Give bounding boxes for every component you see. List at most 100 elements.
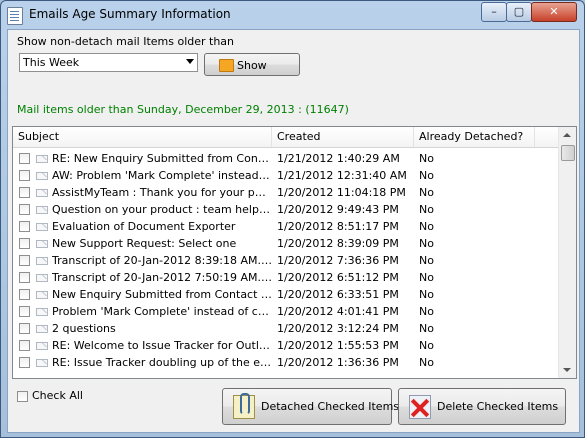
detached-cell: No	[419, 339, 434, 352]
detached-cell: No	[419, 237, 434, 250]
column-header-created[interactable]: Created	[272, 127, 414, 147]
subject-cell: Question on your product : team help des…	[52, 203, 272, 216]
row-checkbox[interactable]	[19, 221, 30, 232]
subject-cell: RE: Issue Tracker doubling up of the ema…	[52, 356, 272, 369]
minimize-button[interactable]: –	[481, 2, 507, 22]
show-button[interactable]: Show	[204, 53, 300, 76]
scroll-up-icon[interactable]	[563, 133, 571, 137]
list-item[interactable]: Transcript of 20-Jan-2012 7:50:19 AM. Vi…	[13, 269, 558, 286]
row-checkbox[interactable]	[19, 238, 30, 249]
column-header-subject[interactable]: Subject	[13, 127, 272, 147]
list-item[interactable]: 2 questions 1/20/2012 3:12:24 PM No	[13, 320, 558, 337]
age-filter-value: This Week	[23, 56, 80, 69]
mail-icon	[36, 189, 48, 197]
row-checkbox[interactable]	[19, 340, 30, 351]
list-item[interactable]: Problem 'Mark Complete' instead of conve…	[13, 303, 558, 320]
list-item[interactable]: AW: Problem 'Mark Complete' instead of c…	[13, 167, 558, 184]
mail-icon	[36, 172, 48, 180]
list-rows: RE: New Enquiry Submitted from Contact P…	[13, 150, 558, 371]
row-checkbox[interactable]	[19, 306, 30, 317]
list-item[interactable]: RE: New Enquiry Submitted from Contact P…	[13, 150, 558, 167]
subject-cell: RE: New Enquiry Submitted from Contact P…	[52, 152, 272, 165]
subject-cell: Problem 'Mark Complete' instead of conve…	[52, 305, 272, 318]
title-bar[interactable]: Emails Age Summary Information – ▢ ✕	[1, 1, 584, 29]
detached-cell: No	[419, 152, 434, 165]
created-cell: 1/20/2012 8:51:17 PM	[277, 220, 399, 233]
row-checkbox[interactable]	[19, 187, 30, 198]
list-item[interactable]: New Support Request: Select one 1/20/2012…	[13, 235, 558, 252]
subject-cell: AssistMyTeam : Thank you for your purcha…	[52, 186, 272, 199]
row-checkbox[interactable]	[19, 289, 30, 300]
detached-cell: No	[419, 356, 434, 369]
list-item[interactable]: RE: Issue Tracker doubling up of the ema…	[13, 354, 558, 371]
mail-icon	[36, 223, 48, 231]
close-button[interactable]: ✕	[531, 2, 577, 22]
check-all-label[interactable]: Check All	[32, 389, 83, 402]
scroll-thumb[interactable]	[561, 145, 575, 161]
filter-label: Show non-detach mail Items older than	[17, 35, 235, 48]
client-area: Show non-detach mail Items older than Th…	[7, 29, 580, 433]
chevron-down-icon[interactable]	[186, 59, 194, 64]
mail-icon	[36, 257, 48, 265]
list-item[interactable]: AssistMyTeam : Thank you for your purcha…	[13, 184, 558, 201]
mail-icon	[36, 291, 48, 299]
vertical-scrollbar[interactable]	[558, 127, 576, 378]
detached-cell: No	[419, 169, 434, 182]
detached-cell: No	[419, 220, 434, 233]
mail-icon	[36, 155, 48, 163]
list-item[interactable]: Question on your product : team help des…	[13, 201, 558, 218]
list-item[interactable]: New Enquiry Submitted from Contact Page 1…	[13, 286, 558, 303]
mail-icon	[36, 274, 48, 282]
row-checkbox[interactable]	[19, 272, 30, 283]
detached-cell: No	[419, 288, 434, 301]
delete-checked-label: Delete Checked Items	[437, 400, 559, 413]
created-cell: 1/21/2012 1:40:29 AM	[277, 152, 400, 165]
mail-items-list[interactable]: Subject Created Already Detached? RE: Ne…	[12, 126, 577, 379]
list-item[interactable]: RE: Welcome to Issue Tracker for Outlook…	[13, 337, 558, 354]
mail-icon	[36, 342, 48, 350]
column-header-detached[interactable]: Already Detached?	[414, 127, 535, 147]
subject-cell: New Enquiry Submitted from Contact Page	[52, 288, 272, 301]
list-header: Subject Created Already Detached?	[13, 127, 558, 148]
delete-checked-button[interactable]: Delete Checked Items	[398, 388, 566, 425]
row-checkbox[interactable]	[19, 255, 30, 266]
created-cell: 1/20/2012 7:36:36 PM	[277, 254, 399, 267]
detach-checked-button[interactable]: Detached Checked Items	[222, 388, 399, 425]
detached-cell: No	[419, 305, 434, 318]
created-cell: 1/20/2012 1:55:53 PM	[277, 339, 399, 352]
created-cell: 1/20/2012 9:49:43 PM	[277, 203, 399, 216]
maximize-button[interactable]: ▢	[506, 2, 532, 22]
detach-checked-label: Detached Checked Items	[261, 400, 400, 413]
mail-icon	[36, 325, 48, 333]
created-cell: 1/20/2012 6:33:51 PM	[277, 288, 399, 301]
mail-icon	[36, 206, 48, 214]
created-cell: 1/21/2012 12:31:40 AM	[277, 169, 407, 182]
show-button-label: Show	[237, 59, 267, 72]
notepad-icon	[7, 7, 23, 25]
age-filter-select[interactable]: This Week	[19, 53, 198, 72]
row-checkbox[interactable]	[19, 323, 30, 334]
detached-cell: No	[419, 271, 434, 284]
subject-cell: AW: Problem 'Mark Complete' instead of c…	[52, 169, 272, 182]
delete-mail-icon	[409, 395, 431, 419]
created-cell: 1/20/2012 1:36:36 PM	[277, 356, 399, 369]
row-checkbox[interactable]	[19, 204, 30, 215]
mail-icon	[36, 240, 48, 248]
list-item[interactable]: Evaluation of Document Exporter 1/20/2012…	[13, 218, 558, 235]
created-cell: 1/20/2012 8:39:09 PM	[277, 237, 399, 250]
list-item[interactable]: Transcript of 20-Jan-2012 8:39:18 AM. Vi…	[13, 252, 558, 269]
status-text: Mail items older than Sunday, December 2…	[17, 103, 349, 116]
row-checkbox[interactable]	[19, 357, 30, 368]
window-title: Emails Age Summary Information	[29, 7, 231, 21]
folder-icon	[219, 59, 234, 72]
subject-cell: New Support Request: Select one	[52, 237, 237, 250]
emails-age-window: Emails Age Summary Information – ▢ ✕ Sho…	[0, 0, 585, 438]
subject-cell: RE: Welcome to Issue Tracker for Outlook…	[52, 339, 272, 352]
created-cell: 1/20/2012 11:04:18 PM	[277, 186, 406, 199]
detached-cell: No	[419, 254, 434, 267]
row-checkbox[interactable]	[19, 170, 30, 181]
scroll-down-icon[interactable]	[563, 368, 571, 372]
row-checkbox[interactable]	[19, 153, 30, 164]
check-all-checkbox[interactable]	[17, 391, 28, 402]
created-cell: 1/20/2012 4:01:41 PM	[277, 305, 399, 318]
